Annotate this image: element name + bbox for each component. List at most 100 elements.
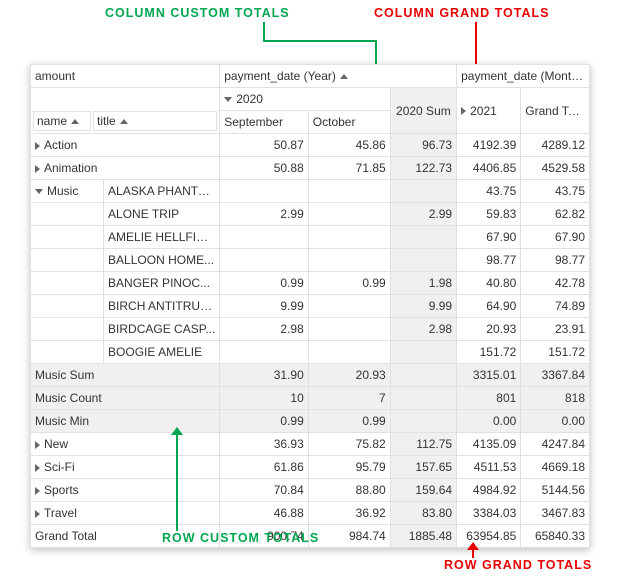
cell: 4669.18 bbox=[521, 456, 590, 479]
table-row[interactable]: Music Sum31.9020.933315.013367.84 bbox=[31, 364, 590, 387]
cell: 95.79 bbox=[308, 456, 390, 479]
row-category bbox=[31, 295, 104, 318]
table-row[interactable]: Travel46.8836.9283.803384.033467.83 bbox=[31, 502, 590, 525]
table-row[interactable]: BIRDCAGE CASP...2.982.9820.9323.91 bbox=[31, 318, 590, 341]
cell bbox=[220, 226, 309, 249]
table-row[interactable]: BOOGIE AMELIE151.72151.72 bbox=[31, 341, 590, 364]
cell: 0.99 bbox=[308, 272, 390, 295]
cell bbox=[308, 249, 390, 272]
cell bbox=[308, 318, 390, 341]
cell: 5144.56 bbox=[521, 479, 590, 502]
cell: 98.77 bbox=[457, 249, 521, 272]
cell: 70.84 bbox=[220, 479, 309, 502]
table-row[interactable]: Sci-Fi61.8695.79157.654511.534669.18 bbox=[31, 456, 590, 479]
cell: 3384.03 bbox=[457, 502, 521, 525]
row-aggregate: Music Sum bbox=[31, 364, 220, 387]
label-row-grand-totals: ROW GRAND TOTALS bbox=[444, 558, 592, 572]
cell: 50.88 bbox=[220, 157, 309, 180]
row-category[interactable]: Travel bbox=[31, 502, 220, 525]
cell: 4247.84 bbox=[521, 433, 590, 456]
cell: 4289.12 bbox=[521, 134, 590, 157]
cell: 43.75 bbox=[457, 180, 521, 203]
field-title[interactable]: title bbox=[93, 111, 217, 131]
cell: 4511.53 bbox=[457, 456, 521, 479]
table-row[interactable]: Action50.8745.8696.734192.394289.12 bbox=[31, 134, 590, 157]
cell: 2.99 bbox=[390, 203, 456, 226]
row-category[interactable]: Sci-Fi bbox=[31, 456, 220, 479]
cell bbox=[308, 203, 390, 226]
cell: 2.98 bbox=[220, 318, 309, 341]
cell: 98.77 bbox=[521, 249, 590, 272]
table-row[interactable]: Animation50.8871.85122.734406.854529.58 bbox=[31, 157, 590, 180]
row-category[interactable]: Sports bbox=[31, 479, 220, 502]
row-category[interactable]: New bbox=[31, 433, 220, 456]
cell: 984.74 bbox=[308, 525, 390, 548]
row-category[interactable]: Action bbox=[31, 134, 220, 157]
cell: 2.98 bbox=[390, 318, 456, 341]
label-row-custom-totals: ROW CUSTOM TOTALS bbox=[162, 531, 319, 545]
table-row[interactable]: Music Count107801818 bbox=[31, 387, 590, 410]
table-row[interactable]: AMELIE HELLFIG...67.9067.90 bbox=[31, 226, 590, 249]
table-row[interactable]: New36.9375.82112.754135.094247.84 bbox=[31, 433, 590, 456]
cell bbox=[220, 341, 309, 364]
field-name[interactable]: name bbox=[33, 111, 91, 131]
col-grand-total[interactable]: Grand Total bbox=[521, 88, 590, 134]
row-aggregate: Music Min bbox=[31, 410, 220, 433]
table-row[interactable]: MusicALASKA PHANTOM43.7543.75 bbox=[31, 180, 590, 203]
cell: 4192.39 bbox=[457, 134, 521, 157]
col-2020[interactable]: 2020 bbox=[220, 88, 390, 111]
cell: 64.90 bbox=[457, 295, 521, 318]
cell: 0.99 bbox=[308, 410, 390, 433]
cell: 59.83 bbox=[457, 203, 521, 226]
cell: 151.72 bbox=[457, 341, 521, 364]
cell: 801 bbox=[457, 387, 521, 410]
cell: 31.90 bbox=[220, 364, 309, 387]
cell: 2.99 bbox=[220, 203, 309, 226]
field-payment-month[interactable]: payment_date (Month) bbox=[457, 65, 590, 88]
cell: 71.85 bbox=[308, 157, 390, 180]
cell: 36.92 bbox=[308, 502, 390, 525]
cell: 42.78 bbox=[521, 272, 590, 295]
table-row[interactable]: BIRCH ANTITRUST9.999.9964.9074.89 bbox=[31, 295, 590, 318]
cell: 9.99 bbox=[390, 295, 456, 318]
row-title: AMELIE HELLFIG... bbox=[104, 226, 220, 249]
cell: 7 bbox=[308, 387, 390, 410]
table-row[interactable]: Music Min0.990.990.000.00 bbox=[31, 410, 590, 433]
cell: 1.98 bbox=[390, 272, 456, 295]
table-row[interactable]: BANGER PINOC...0.990.991.9840.8042.78 bbox=[31, 272, 590, 295]
table-row[interactable]: BALLOON HOME...98.7798.77 bbox=[31, 249, 590, 272]
cell: 50.87 bbox=[220, 134, 309, 157]
cell: 0.00 bbox=[457, 410, 521, 433]
cell: 4406.85 bbox=[457, 157, 521, 180]
cell: 4529.58 bbox=[521, 157, 590, 180]
cell: 40.80 bbox=[457, 272, 521, 295]
cell: 45.86 bbox=[308, 134, 390, 157]
cell: 0.00 bbox=[521, 410, 590, 433]
table-row[interactable]: ALONE TRIP2.992.9959.8362.82 bbox=[31, 203, 590, 226]
col-2020-sum[interactable]: 2020 Sum bbox=[390, 88, 456, 134]
cell bbox=[308, 341, 390, 364]
cell: 9.99 bbox=[220, 295, 309, 318]
cell bbox=[390, 180, 456, 203]
cell bbox=[308, 180, 390, 203]
cell: 3467.83 bbox=[521, 502, 590, 525]
row-category bbox=[31, 226, 104, 249]
cell: 67.90 bbox=[521, 226, 590, 249]
col-september[interactable]: September bbox=[220, 111, 309, 134]
cell: 1885.48 bbox=[390, 525, 456, 548]
col-october[interactable]: October bbox=[308, 111, 390, 134]
field-amount[interactable]: amount bbox=[31, 65, 220, 88]
row-category[interactable]: Music bbox=[31, 180, 104, 203]
cell bbox=[390, 341, 456, 364]
pivot-grid-real[interactable]: amount payment_date (Year) payment_date … bbox=[30, 64, 590, 548]
cell: 62.82 bbox=[521, 203, 590, 226]
row-category[interactable]: Animation bbox=[31, 157, 220, 180]
row-category bbox=[31, 249, 104, 272]
table-row[interactable]: Sports70.8488.80159.644984.925144.56 bbox=[31, 479, 590, 502]
cell: 36.93 bbox=[220, 433, 309, 456]
col-2021[interactable]: 2021 bbox=[457, 88, 521, 134]
cell bbox=[390, 226, 456, 249]
cell: 46.88 bbox=[220, 502, 309, 525]
field-payment-year[interactable]: payment_date (Year) bbox=[220, 65, 457, 88]
cell: 4984.92 bbox=[457, 479, 521, 502]
